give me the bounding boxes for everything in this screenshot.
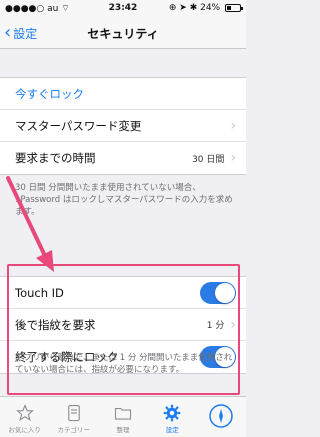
- gear-icon: [163, 404, 181, 422]
- require-fingerprint-label: 後で指紋を要求: [15, 317, 96, 332]
- tab-compass[interactable]: [197, 397, 246, 437]
- lock-now-label: 今すぐロック: [15, 86, 84, 101]
- toggle-knob: [215, 282, 235, 303]
- category-icon: [67, 404, 80, 422]
- chevron-right-icon: ›: [230, 316, 236, 333]
- require-fingerprint-value: 1 分: [206, 321, 225, 331]
- tab-organize[interactable]: 整理: [98, 397, 147, 437]
- battery-percent: 24%: [200, 3, 221, 13]
- chevron-right-icon: ›: [230, 150, 236, 166]
- tab-label: 設定: [165, 426, 179, 434]
- tab-favorites[interactable]: お気に入り: [0, 397, 49, 437]
- touch-id-toggle[interactable]: [200, 281, 236, 304]
- page-title: セキュリティ: [87, 27, 159, 41]
- require-time-value: 30 日間: [192, 154, 225, 165]
- status-right: ⊕ ➤ ✱ 24%: [168, 3, 243, 13]
- touch-id-footer: アプリから離れた、または 1 分 分間開いたまま使用されていない場合には、指紋が…: [15, 353, 233, 375]
- touch-id-label: Touch ID: [15, 285, 64, 300]
- status-bar: ●●●●○ au ⌔ 23:42 ⊕ ➤ ✱ 24%: [0, 0, 246, 17]
- touch-id-row: Touch ID: [0, 277, 246, 309]
- change-master-password-label: マスターパスワード変更: [15, 118, 142, 133]
- lock-rotation-icon: ⊕: [168, 3, 177, 13]
- lock-settings-footer: 30 日間 分間開いたまま使用されていない場合、1Password はロックしマ…: [15, 183, 233, 217]
- tab-settings[interactable]: 設定: [148, 397, 197, 437]
- lock-settings-group: 今すぐロック マスターパスワード変更 › 要求までの時間 30 日間 ›: [0, 77, 246, 175]
- compass-icon: [209, 404, 234, 428]
- tab-label: 整理: [116, 426, 130, 434]
- change-master-password-row[interactable]: マスターパスワード変更 ›: [0, 110, 246, 142]
- tab-categories[interactable]: カテゴリー: [49, 397, 98, 437]
- bluetooth-icon: ✱: [189, 3, 198, 13]
- tab-label: お気に入り: [8, 426, 41, 434]
- lock-now-row[interactable]: 今すぐロック: [0, 78, 246, 110]
- tab-bar: お気に入り カテゴリー 整理 設定: [0, 396, 246, 437]
- star-icon: [15, 404, 34, 421]
- chevron-right-icon: ›: [230, 117, 236, 134]
- battery-icon: [225, 3, 243, 12]
- tab-label: カテゴリー: [57, 426, 91, 434]
- location-icon: ➤: [179, 3, 187, 13]
- navigation-bar: ‹ 設定 セキュリティ: [0, 17, 246, 49]
- require-fingerprint-row[interactable]: 後で指紋を要求 1 分 ›: [0, 309, 246, 341]
- folder-icon: [114, 407, 132, 420]
- require-time-label: 要求までの時間: [15, 151, 96, 165]
- require-time-row[interactable]: 要求までの時間 30 日間 ›: [0, 142, 246, 174]
